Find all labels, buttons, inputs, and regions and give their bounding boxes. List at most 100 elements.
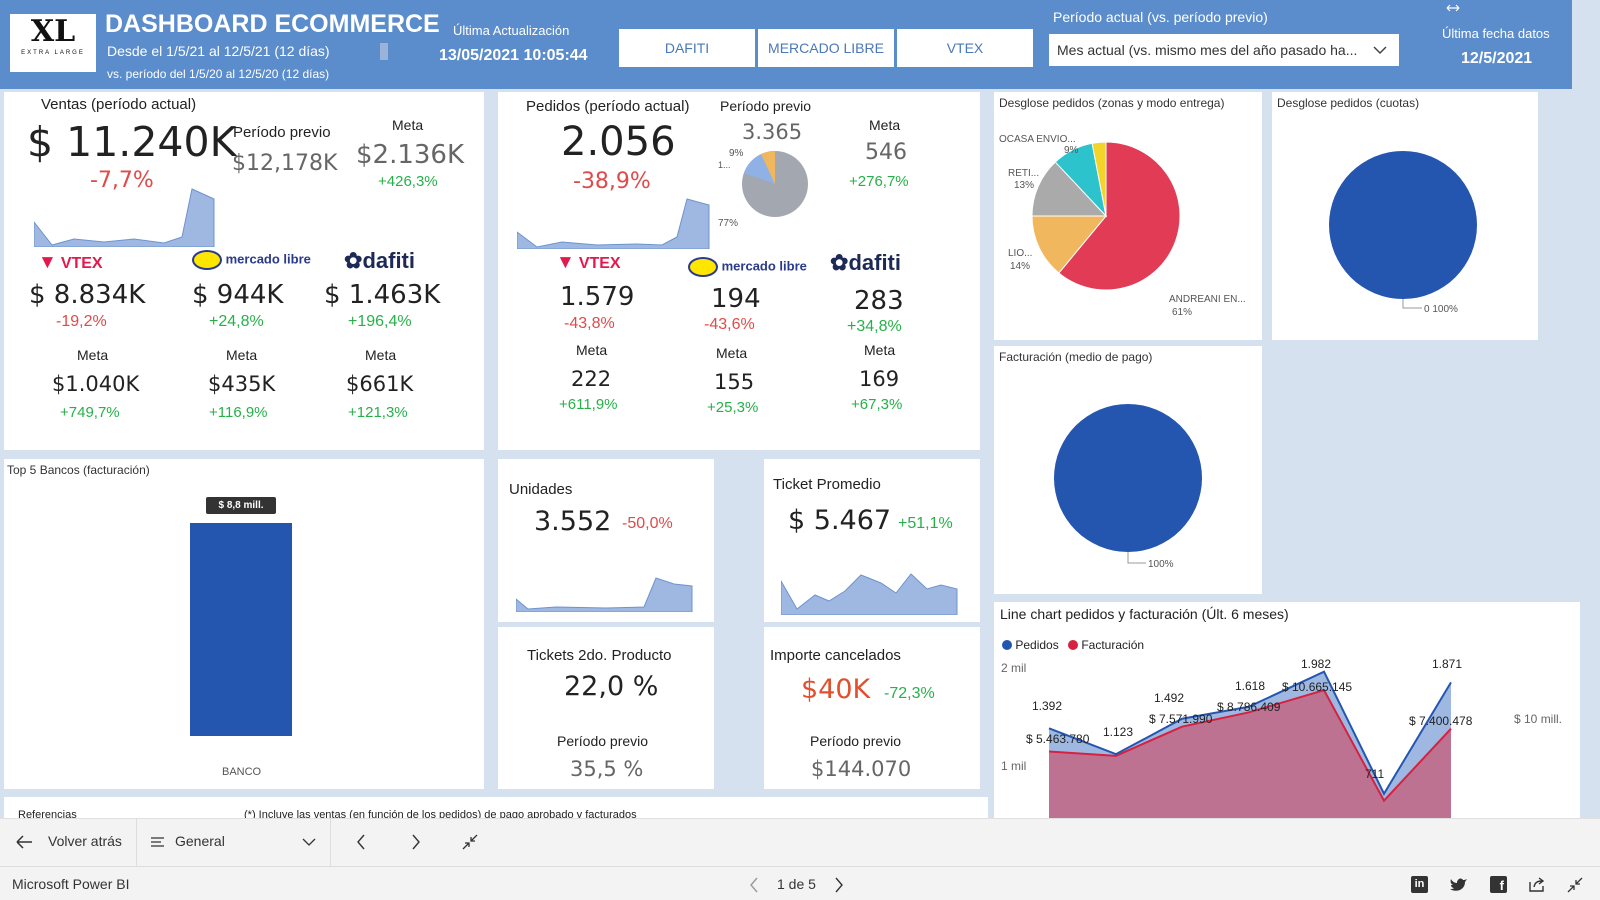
cancelled-title: Importe cancelados — [770, 647, 901, 664]
cuotas-breakdown-card: Desglose pedidos (cuotas) 0 100% — [1272, 92, 1538, 340]
orders-vtex-meta-value: 222 — [571, 367, 612, 391]
y2-tick: $ 10 mill. — [1514, 712, 1562, 726]
orders-ml-change: -43,6% — [704, 316, 755, 333]
chevron-down-icon[interactable] — [302, 837, 316, 847]
prev-date-range: vs. período del 1/5/20 al 12/5/20 (12 dí… — [107, 67, 330, 81]
billing-method-title: Facturación (medio de pago) — [999, 350, 1153, 364]
tab-mercado-libre[interactable]: MERCADO LIBRE — [758, 29, 894, 67]
billing-method-card: Facturación (medio de pago) 100% — [994, 346, 1262, 594]
cuotas-title: Desglose pedidos (cuotas) — [1277, 96, 1420, 110]
pedidos-data-label: 711 — [1365, 767, 1384, 781]
twitter-icon[interactable] — [1450, 877, 1468, 892]
orders-vtex-meta-label: Meta — [576, 342, 608, 358]
orders-prev-label: Período previo — [720, 98, 812, 114]
orders-ml-value: 194 — [711, 284, 761, 314]
status-next-page-icon[interactable] — [834, 877, 844, 893]
page-indicator: 1 de 5 — [777, 876, 816, 892]
page-selector[interactable]: General — [175, 833, 225, 849]
pedidos-data-label: 1.982 — [1301, 657, 1331, 671]
pie-pct-reti: 13% — [1014, 180, 1034, 191]
tab-dafiti[interactable]: DAFITI — [619, 29, 755, 67]
orders-meta-change: +276,7% — [849, 173, 909, 190]
dafiti-logo-orders: ✿dafiti — [830, 250, 901, 275]
sales-sparkline — [34, 188, 215, 247]
cancelled-prev-value: $144.070 — [811, 757, 912, 781]
cancelled-prev-label: Período previo — [810, 733, 902, 749]
cuotas-pie-label: 0 100% — [1424, 304, 1458, 315]
second-product-value: 22,0 % — [564, 671, 659, 702]
orders-dafiti-change: +34,8% — [847, 318, 902, 335]
sales-ml-change: +24,8% — [209, 313, 264, 330]
facebook-icon[interactable]: f — [1490, 876, 1507, 893]
units-sparkline — [516, 577, 693, 612]
facturacion-data-label: $ 7.571.990 — [1149, 712, 1213, 726]
pie-label-9: 9% — [729, 148, 744, 159]
zones-breakdown-title: Desglose pedidos (zonas y modo entrega) — [999, 96, 1225, 110]
dashboard-title: DASHBOARD ECOMMERCE — [105, 10, 440, 38]
pie-label-andreani: ANDREANI EN... — [1169, 294, 1246, 305]
sales-dafiti-meta-value: $661K — [346, 372, 414, 396]
back-button[interactable]: Volver atrás — [48, 833, 122, 849]
ticket-change: +51,1% — [898, 515, 953, 532]
orders-ml-meta-value: 155 — [714, 370, 755, 394]
legend-facturacion[interactable]: Facturación — [1068, 638, 1144, 652]
second-product-title: Tickets 2do. Producto — [527, 647, 672, 664]
chevron-down-icon — [1373, 46, 1387, 55]
line-chart-card: Line chart pedidos y facturación (Últ. 6… — [994, 602, 1580, 818]
sales-dafiti-value: $ 1.463K — [324, 280, 441, 310]
vtex-logo: ▼ VTEX — [38, 252, 103, 273]
sales-ml-meta-label: Meta — [226, 347, 258, 363]
zones-pie-chart: OCASA ENVIO... 9% RETI... 13% LIO... 14%… — [999, 134, 1246, 318]
pie-pct-ocasa: 9% — [1064, 145, 1079, 156]
status-prev-page-icon[interactable] — [749, 877, 759, 893]
vtex-logo-orders: ▼ VTEX — [556, 252, 621, 273]
period-dropdown-value: Mes actual (vs. mismo mes del año pasado… — [1057, 42, 1358, 58]
pedidos-data-label: 1.123 — [1103, 725, 1133, 739]
header: XL EXTRA LARGE DASHBOARD ECOMMERCE Desde… — [0, 0, 1572, 89]
zones-breakdown-card: Desglose pedidos (zonas y modo entrega) … — [994, 92, 1262, 340]
linkedin-icon[interactable]: in — [1411, 876, 1428, 893]
bank-bar[interactable] — [190, 523, 292, 736]
tab-vtex[interactable]: VTEX — [897, 29, 1033, 67]
units-change: -50,0% — [622, 515, 673, 532]
orders-meta-value: 546 — [865, 140, 907, 165]
y-tick-2mil: 2 mil — [1001, 661, 1026, 675]
sales-card: Ventas (período actual) $ 11.240K -7,7% … — [4, 92, 484, 450]
logo-text: XL — [30, 14, 76, 49]
second-product-prev-label: Período previo — [557, 733, 649, 749]
sales-prev-value: $12,178K — [232, 151, 338, 176]
pie-pct-lio: 14% — [1010, 261, 1030, 272]
company-logo: XL EXTRA LARGE — [10, 14, 96, 72]
sales-vtex-meta-value: $1.040K — [52, 372, 140, 396]
sales-dafiti-meta-change: +121,3% — [348, 404, 408, 421]
update-label: Última Actualización — [453, 23, 570, 38]
resize-icon[interactable] — [1446, 3, 1460, 13]
orders-prev-value: 3.365 — [742, 120, 803, 144]
fullscreen-icon[interactable] — [1567, 877, 1583, 893]
pedidos-data-label: 1.492 — [1154, 691, 1184, 705]
sales-vtex-meta-label: Meta — [77, 347, 109, 363]
bank-bar-label: $ 8,8 mill. — [206, 497, 276, 514]
legend-pedidos[interactable]: Pedidos — [1002, 638, 1059, 652]
orders-prev-pie: 9% 1... 77% — [718, 148, 808, 229]
ticket-card: Ticket Promedio $ 5.467 +51,1% — [764, 459, 980, 622]
share-icon[interactable] — [1528, 876, 1546, 893]
collapse-icon[interactable] — [462, 834, 478, 850]
dafiti-logo: ✿dafiti — [344, 248, 415, 273]
pedidos-data-label: 1.618 — [1235, 679, 1265, 693]
facturacion-data-label: $ 8.786.409 — [1217, 700, 1281, 714]
pedidos-data-label: 1.392 — [1032, 699, 1062, 713]
next-page-icon[interactable] — [411, 834, 421, 850]
ticket-title: Ticket Promedio — [773, 476, 881, 493]
ticket-sparkline — [781, 573, 958, 615]
mercado-libre-logo-orders: mercado libre — [688, 257, 807, 277]
units-title: Unidades — [509, 481, 573, 498]
period-label: Período actual (vs. período previo) — [1053, 9, 1268, 25]
period-dropdown[interactable]: Mes actual (vs. mismo mes del año pasado… — [1049, 34, 1399, 66]
prev-page-icon[interactable] — [356, 834, 366, 850]
sales-meta-value: $2.136K — [356, 140, 465, 170]
update-value: 13/05/2021 10:05:44 — [439, 47, 588, 64]
back-arrow-icon[interactable] — [15, 835, 33, 849]
facturacion-data-label: $ 5.463.780 — [1026, 732, 1090, 746]
range-slider-handle[interactable] — [380, 43, 388, 60]
